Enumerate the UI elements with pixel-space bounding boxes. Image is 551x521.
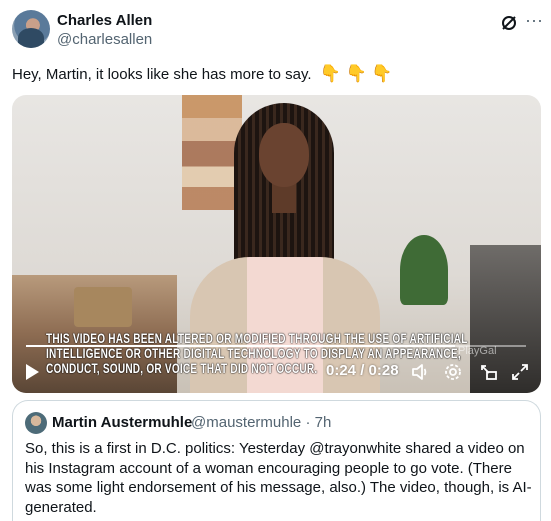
quoted-author-avatar bbox=[25, 412, 47, 434]
fullscreen-icon[interactable] bbox=[510, 362, 530, 382]
quoted-author-meta: @maustermuhle · 7h bbox=[191, 414, 331, 431]
tweet-body: Hey, Martin, it looks like she has more … bbox=[12, 66, 312, 83]
tweet-header: Charles Allen @charlesallen ··· bbox=[12, 10, 543, 50]
quoted-separator: · bbox=[305, 414, 311, 431]
video-player[interactable]: THIS VIDEO HAS BEEN ALTERED OR MODIFIED … bbox=[12, 95, 541, 393]
woman-face bbox=[259, 123, 309, 187]
author-handle[interactable]: @charlesallen bbox=[57, 31, 152, 48]
wall-art bbox=[182, 95, 242, 210]
quoted-author-name: Martin Austermuhle bbox=[52, 414, 193, 431]
pointing-down-emoji: 👇 👇 👇 bbox=[319, 64, 393, 83]
volume-icon[interactable] bbox=[410, 362, 430, 382]
more-icon[interactable]: ··· bbox=[525, 11, 543, 32]
video-controls: 0:24 / 0:28 bbox=[12, 357, 541, 387]
pip-icon[interactable] bbox=[479, 362, 499, 382]
play-icon[interactable] bbox=[26, 364, 39, 380]
grok-icon[interactable] bbox=[500, 14, 518, 32]
author-avatar[interactable] bbox=[12, 10, 50, 48]
author-name[interactable]: Charles Allen bbox=[57, 12, 152, 29]
video-progress-bar[interactable] bbox=[26, 345, 526, 347]
quoted-age: 7h bbox=[314, 414, 332, 431]
quoted-tweet-text: So, this is a first in D.C. politics: Ye… bbox=[25, 440, 532, 516]
background-basket bbox=[74, 287, 132, 327]
quoted-author-handle: @maustermuhle bbox=[191, 414, 302, 431]
quoted-tweet[interactable]: Martin Austermuhle @maustermuhle · 7h So… bbox=[12, 400, 541, 521]
background-plant bbox=[400, 235, 448, 305]
video-time: 0:24 / 0:28 bbox=[326, 362, 399, 379]
settings-icon[interactable] bbox=[443, 362, 463, 382]
woman-neck bbox=[272, 183, 296, 213]
tweet-text: Hey, Martin, it looks like she has more … bbox=[12, 64, 393, 84]
video-progress-fill bbox=[26, 345, 455, 347]
